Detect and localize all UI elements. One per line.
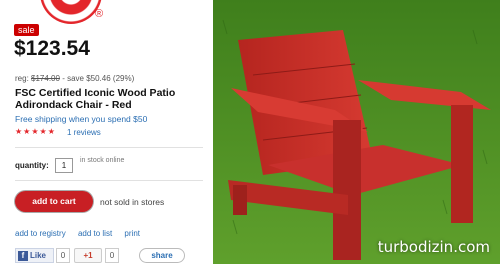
store-availability: not sold in stores: [100, 197, 165, 207]
registered-trademark: ®: [95, 8, 104, 20]
savings: - save $50.46: [62, 74, 111, 83]
regular-price-line: reg: $174.00 - save $50.46 (29%): [15, 74, 134, 83]
product-info-panel: ® sale $123.54 reg: $174.00 - save $50.4…: [0, 0, 213, 264]
star-rating-icon: ★★★★★: [15, 127, 56, 136]
free-shipping-link[interactable]: Free shipping when you spend $50: [15, 114, 147, 124]
quantity-input[interactable]: 1: [55, 158, 73, 173]
watermark: turbodizin.com: [377, 238, 490, 256]
facebook-icon: f: [18, 251, 28, 261]
plus-one-label: +1: [83, 251, 93, 260]
add-to-registry-link[interactable]: add to registry: [15, 229, 66, 238]
divider: [15, 147, 203, 148]
stock-status: in stock online: [80, 157, 125, 164]
plus-count: 0: [105, 248, 119, 263]
product-title: FSC Certified Iconic Wood Patio Adironda…: [15, 87, 176, 111]
quantity-label: quantity:: [15, 161, 49, 170]
divider: [15, 180, 203, 181]
like-label: Like: [30, 251, 47, 260]
adirondack-chair-photo: [213, 0, 500, 264]
price: $123.54: [14, 37, 90, 60]
bullseye-logo-icon: [40, 0, 102, 24]
share-button[interactable]: share: [139, 248, 185, 263]
add-to-list-link[interactable]: add to list: [78, 229, 112, 238]
google-plus-button[interactable]: +1: [74, 248, 102, 263]
reg-price: $174.00: [31, 74, 60, 83]
sale-badge: sale: [14, 24, 39, 36]
add-to-cart-button[interactable]: add to cart: [15, 191, 93, 212]
reg-label: reg:: [15, 74, 29, 83]
print-link[interactable]: print: [124, 229, 140, 238]
savings-pct: (29%): [112, 74, 135, 83]
action-links: add to registry add to list print: [15, 229, 150, 238]
facebook-like-button[interactable]: f Like: [15, 248, 54, 263]
like-count: 0: [56, 248, 70, 263]
product-image[interactable]: turbodizin.com: [213, 0, 500, 264]
reviews-link[interactable]: 1 reviews: [67, 128, 101, 137]
